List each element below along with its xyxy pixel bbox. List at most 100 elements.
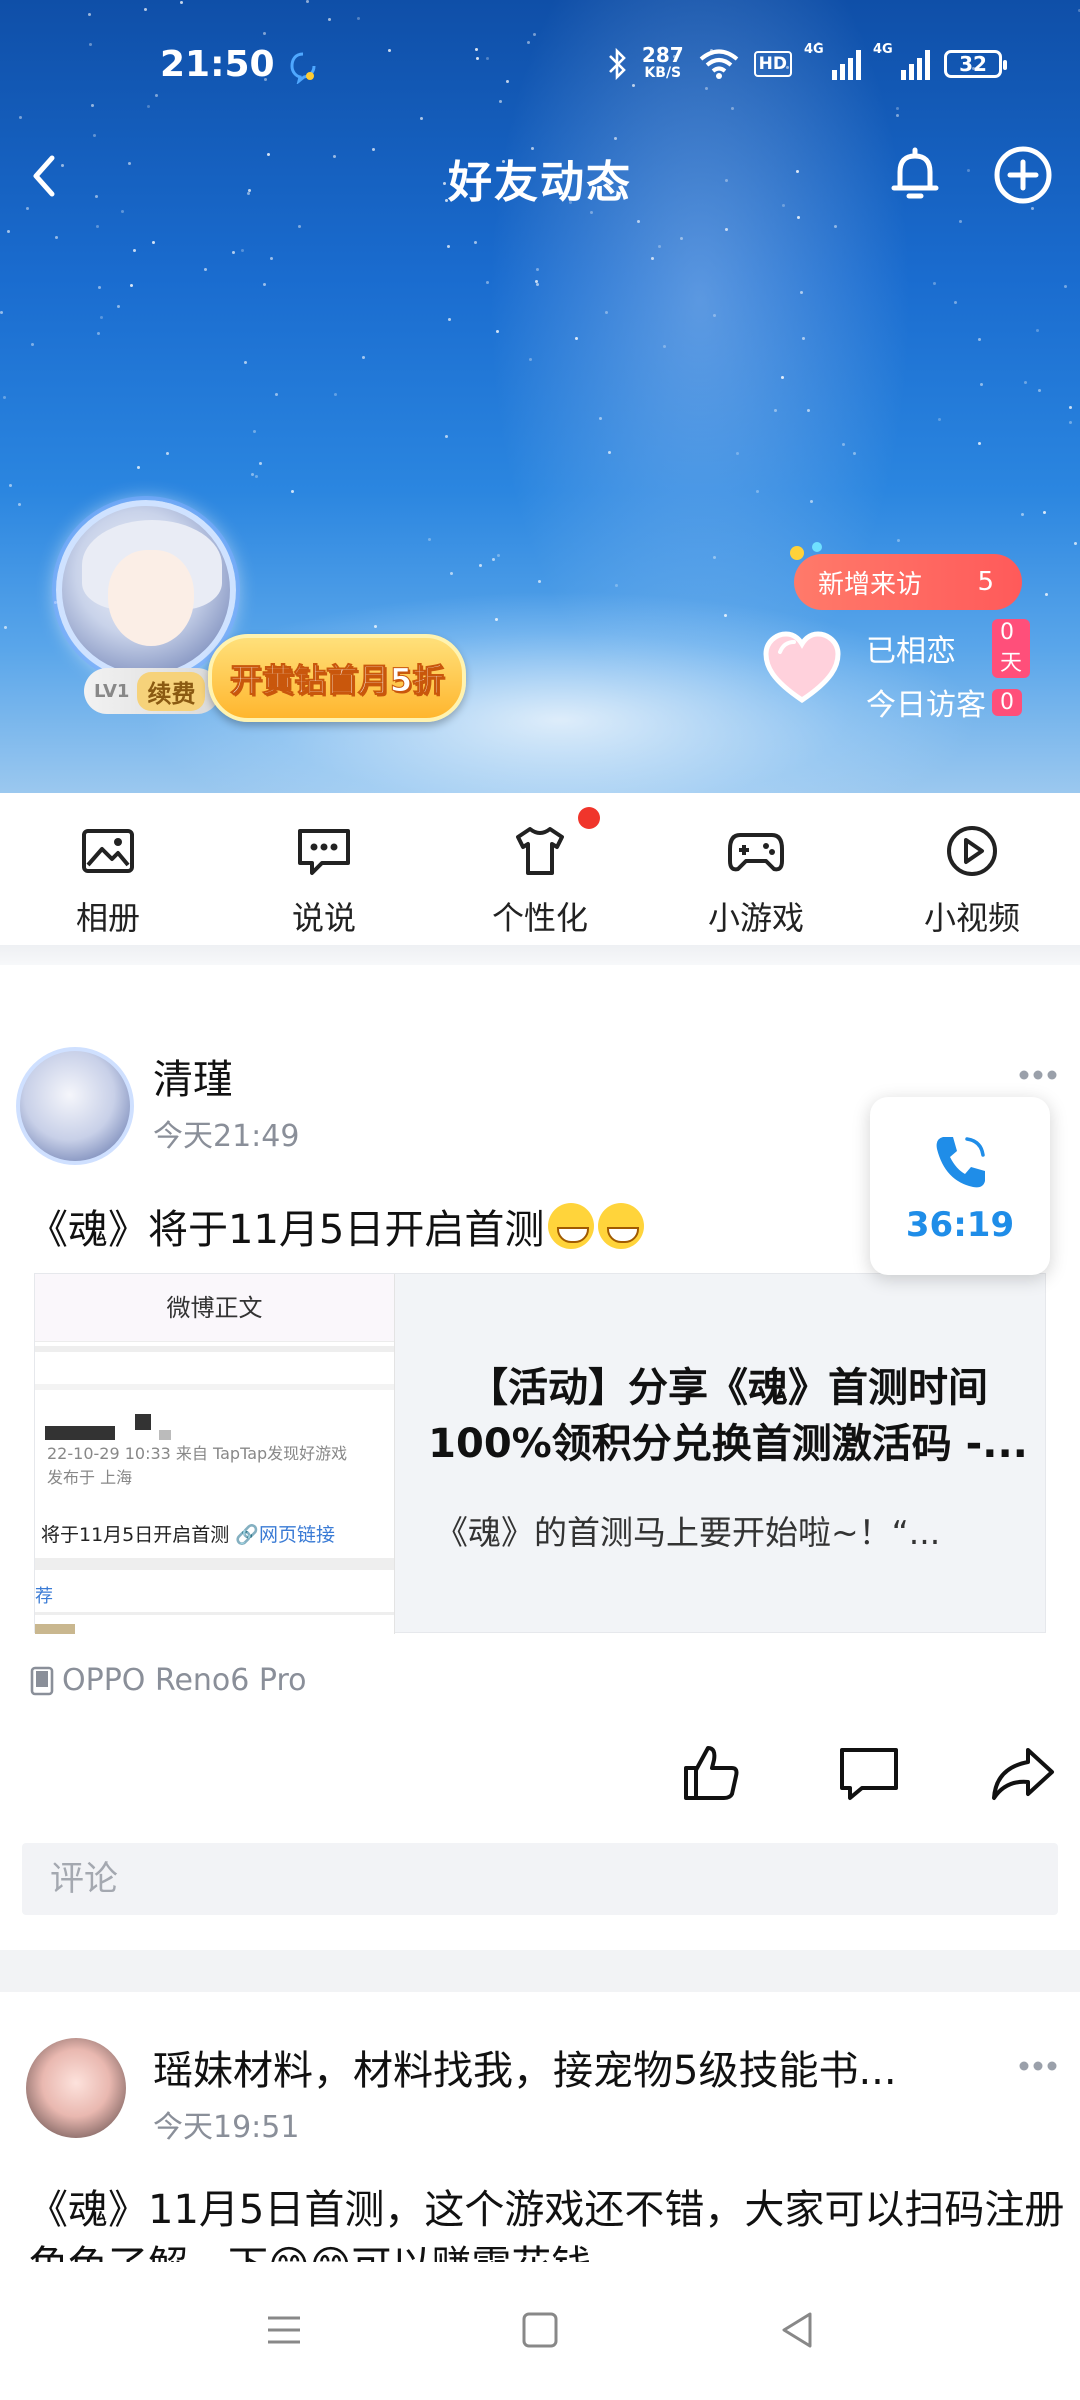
star-dot: [802, 337, 805, 340]
star-dot: [117, 305, 120, 308]
author-avatar[interactable]: [26, 2038, 126, 2138]
post-text: 《魂》将于11月5日开启首测: [28, 1197, 645, 1255]
star-dot: [362, 356, 365, 359]
like-thumb-icon[interactable]: [678, 1740, 744, 1806]
more-options-icon[interactable]: [1018, 1069, 1058, 1081]
star-dot: [31, 343, 34, 346]
cover-banner[interactable]: 21:50 287 KB/S HD 4G 4G 32 好友动态 LV1 续费 开…: [0, 0, 1080, 793]
star-dot: [147, 105, 150, 108]
hd-voice-badge: HD: [753, 51, 792, 77]
share-arrow-icon[interactable]: [990, 1740, 1056, 1806]
star-dot: [495, 618, 498, 621]
star-dot: [810, 500, 813, 503]
home-square-icon[interactable]: [516, 2306, 564, 2354]
profile-avatar[interactable]: [56, 500, 236, 680]
author-name[interactable]: 瑶妹材料，材料找我，接宠物5级技能书...: [153, 2038, 897, 2096]
post-time: 今天19:51: [153, 2110, 300, 2145]
star-dot: [450, 572, 453, 575]
star-dot: [1036, 329, 1039, 332]
star-dot: [241, 249, 244, 252]
star-dot: [7, 230, 10, 233]
star-dot: [725, 228, 728, 231]
star-dot: [896, 107, 899, 110]
network-speed-value: 287: [641, 43, 684, 67]
star-dot: [1064, 285, 1067, 288]
phone-device-icon: [30, 1666, 54, 1695]
star-dot: [232, 251, 235, 254]
star-dot: [298, 225, 301, 228]
ongoing-call-widget[interactable]: 36:19: [870, 1097, 1050, 1275]
star-dot: [447, 245, 450, 248]
star-dot: [253, 430, 256, 433]
vip-promo-button[interactable]: 开黄钻首月5折: [208, 634, 466, 722]
shortcut-label: 个性化: [491, 899, 588, 937]
notification-app-icon: [290, 52, 316, 84]
star-dot: [736, 452, 739, 455]
shortcut-minigames[interactable]: 小游戏: [648, 793, 864, 945]
more-options-icon[interactable]: [1018, 2060, 1058, 2072]
avatar-face-shape: [108, 550, 194, 646]
post-text-content: 《魂》将于11月5日开启首测: [28, 1207, 545, 1253]
author-avatar[interactable]: [16, 1047, 134, 1165]
heart-icon[interactable]: [762, 630, 842, 706]
star-dot: [842, 443, 845, 446]
star-dot: [800, 291, 803, 294]
comment-input[interactable]: 评论: [22, 1843, 1058, 1915]
star-dot: [88, 13, 91, 16]
shortcut-label: 小游戏: [707, 899, 804, 937]
star-dot: [98, 286, 101, 289]
star-dot: [91, 104, 94, 107]
battery-indicator: 32: [944, 50, 1007, 78]
thumb-meta-line: 发布于 上海: [47, 1468, 133, 1487]
level-badge[interactable]: LV1 续费: [84, 668, 220, 714]
star-dot: [357, 17, 360, 20]
star-dot: [492, 558, 495, 561]
device-source: OPPO Reno6 Pro: [30, 1663, 306, 1698]
status-time: 21:50: [160, 44, 275, 85]
star-dot: [663, 345, 666, 348]
today-visitors-value: 0: [992, 688, 1022, 716]
decor-dot: [812, 542, 822, 552]
comment-bubble-icon[interactable]: [836, 1740, 902, 1806]
star-dot: [1038, 389, 1041, 392]
star-dot: [55, 236, 58, 239]
new-visits-pill[interactable]: 新增来访 5: [794, 554, 1022, 610]
shared-link-card[interactable]: 微博正文 22-10-29 10:33 来自 TapTap发现好游戏 发布于 上…: [34, 1273, 1046, 1634]
star-dot: [428, 538, 431, 541]
thumb-caption: 将于11月5日开启首测 🔗网页链接: [41, 1520, 335, 1547]
feed-post: 瑶妹材料，材料找我，接宠物5级技能书... 今天19:51 《魂》11月5日首测…: [0, 1992, 1080, 2262]
shortcut-personalize[interactable]: 个性化: [432, 793, 648, 945]
love-days-stat[interactable]: 已相恋 0天: [866, 618, 1030, 678]
section-divider: [0, 945, 1080, 965]
section-divider: [0, 1950, 1080, 1992]
author-name[interactable]: 清瑾: [153, 1047, 233, 1105]
menu-lines-icon[interactable]: [260, 2306, 308, 2354]
star-dot: [3, 396, 6, 399]
star-dot: [133, 249, 136, 252]
star-dot: [1045, 593, 1048, 596]
signal-strength-sim2: 4G: [873, 42, 930, 80]
star-dot: [97, 332, 100, 335]
star-dot: [938, 418, 941, 421]
today-visitors-stat[interactable]: 今日访客 0: [866, 680, 1022, 724]
star-dot: [538, 580, 541, 583]
star-dot: [896, 114, 899, 117]
shortcut-short-video[interactable]: 小视频: [864, 793, 1080, 945]
thumb-caption-text: 将于11月5日开启首测: [41, 1524, 230, 1546]
shortcut-label: 说说: [291, 899, 356, 937]
grin-emoji-icon: [598, 1203, 645, 1249]
shortcut-album[interactable]: 相册: [0, 793, 216, 945]
star-dot: [152, 241, 155, 244]
add-circle-icon[interactable]: [990, 142, 1056, 208]
back-triangle-icon[interactable]: [774, 2306, 822, 2354]
shortcut-moments[interactable]: 说说: [216, 793, 432, 945]
star-dot: [445, 435, 448, 438]
grin-emoji-icon: [548, 1203, 595, 1249]
star-dot: [479, 564, 482, 567]
network-speed: 287 KB/S: [641, 43, 684, 82]
star-dot: [486, 281, 489, 284]
post-text: 《魂》11月5日首测，这个游戏还不错，大家可以扫码注册角色了解一下😊😊可以赚零花…: [28, 2187, 1065, 2262]
star-dot: [658, 245, 661, 248]
bell-icon[interactable]: [880, 140, 950, 210]
star-dot: [306, 0, 309, 3]
